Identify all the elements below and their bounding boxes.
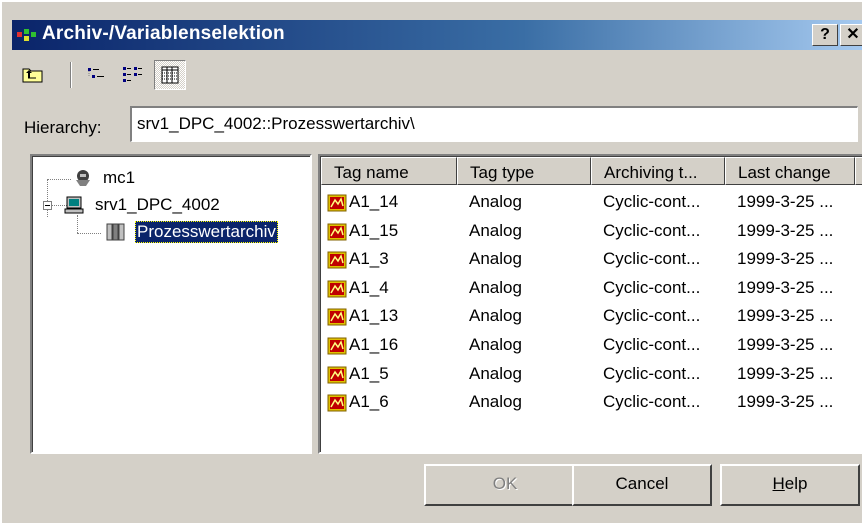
window-title: Archiv-/Variablenselektion — [42, 23, 285, 44]
tree-node-label: srv1_DPC_4002 — [95, 195, 220, 214]
table-row[interactable]: A1_14 Analog Cyclic-cont... 1999-3-25 ... — [321, 189, 862, 217]
large-icons-view-icon — [88, 68, 104, 78]
tag-type-cell: Analog — [469, 335, 522, 354]
archiving-type-cell: Cyclic-cont... — [603, 392, 701, 412]
archive-icon — [106, 223, 125, 241]
tag-type-cell: Analog — [469, 220, 522, 240]
tag-list-view[interactable]: Tag name Tag type Archiving t... Last ch… — [318, 154, 862, 454]
archiving-type-cell: Cyclic-cont... — [603, 335, 701, 354]
help-title-button[interactable]: ? — [812, 24, 838, 46]
cancel-button[interactable]: Cancel — [572, 464, 712, 506]
column-header-filler — [855, 157, 862, 185]
tree-line — [77, 215, 78, 233]
table-row[interactable]: A1_3 Analog Cyclic-cont... 1999-3-25 ... — [321, 246, 862, 274]
last-change-cell: 1999-3-25 ... — [737, 363, 834, 383]
archiving-type-cell: Cyclic-cont... — [603, 306, 701, 326]
table-row[interactable]: A1_4 Analog Cyclic-cont... 1999-3-25 ... — [321, 275, 862, 303]
last-change-cell: 1999-3-25 ... — [737, 277, 834, 297]
analog-tag-icon — [327, 194, 347, 212]
tag-name-cell: A1_16 — [349, 335, 399, 354]
column-header-last-change[interactable]: Last change — [725, 157, 855, 185]
list-view-button[interactable] — [118, 60, 150, 90]
analog-tag-icon — [327, 308, 347, 326]
table-row[interactable]: A1_13 Analog Cyclic-cont... 1999-3-25 ... — [321, 303, 862, 331]
tag-type-cell: Analog — [469, 277, 522, 297]
list-view-icon — [123, 67, 142, 82]
analog-tag-icon — [327, 280, 347, 298]
hierarchy-label: Hierarchy: — [24, 118, 102, 137]
archive-variable-selection-dialog: Archiv-/Variablenselektion ? ✕ Hierarchy… — [0, 0, 862, 523]
last-change-cell: 1999-3-25 ... — [737, 392, 834, 412]
tag-name-cell: A1_4 — [349, 277, 389, 297]
last-change-cell: 1999-3-25 ... — [737, 306, 834, 326]
column-header-tag-type[interactable]: Tag type — [457, 157, 591, 185]
tag-name-cell: A1_5 — [349, 363, 389, 383]
tag-name-cell: A1_3 — [349, 249, 389, 269]
archiving-type-cell: Cyclic-cont... — [603, 249, 701, 269]
tag-name-cell: A1_6 — [349, 392, 389, 412]
tag-type-cell: Analog — [469, 192, 522, 211]
details-view-icon — [161, 66, 179, 84]
archiving-type-cell: Cyclic-cont... — [603, 277, 701, 297]
tag-type-cell: Analog — [469, 249, 522, 269]
analog-tag-icon — [327, 251, 347, 269]
toolbar — [14, 58, 274, 94]
tag-type-cell: Analog — [469, 392, 522, 412]
analog-tag-icon — [327, 394, 347, 412]
column-header-tag-name[interactable]: Tag name — [321, 157, 457, 185]
table-row[interactable]: A1_15 Analog Cyclic-cont... 1999-3-25 ... — [321, 218, 862, 246]
column-header-archiving-type[interactable]: Archiving t... — [591, 157, 725, 185]
archiving-type-cell: Cyclic-cont... — [603, 192, 701, 211]
last-change-cell: 1999-3-25 ... — [737, 220, 834, 240]
collapse-toggle[interactable] — [43, 201, 52, 210]
tag-type-cell: Analog — [469, 306, 522, 326]
toolbar-separator — [70, 62, 72, 88]
title-bar[interactable]: Archiv-/Variablenselektion ? ✕ — [12, 20, 862, 50]
hierarchy-field[interactable]: srv1_DPC_4002::Prozesswertarchiv\ — [130, 106, 858, 142]
app-icon — [17, 29, 36, 41]
help-mnemonic: H — [772, 474, 785, 493]
archiving-type-cell: Cyclic-cont... — [603, 363, 701, 383]
last-change-cell: 1999-3-25 ... — [737, 192, 834, 211]
last-change-cell: 1999-3-25 ... — [737, 249, 834, 269]
tag-name-cell: A1_14 — [349, 192, 399, 211]
computer-node-icon — [76, 170, 90, 186]
tree-node-label: Prozesswertarchiv — [135, 221, 278, 243]
folder-up-icon — [22, 68, 43, 83]
table-row[interactable]: A1_6 Analog Cyclic-cont... 1999-3-25 ... — [321, 389, 862, 417]
large-icons-view-button[interactable] — [82, 60, 114, 90]
help-label-rest: elp — [784, 474, 808, 493]
table-row[interactable]: A1_16 Analog Cyclic-cont... 1999-3-25 ... — [321, 332, 862, 360]
tree-line — [47, 179, 48, 217]
tree-line — [47, 179, 71, 180]
tag-name-cell: A1_13 — [349, 306, 399, 326]
analog-tag-icon — [327, 223, 347, 241]
up-one-level-button[interactable] — [18, 60, 50, 90]
server-computer-icon — [64, 196, 84, 214]
analog-tag-icon — [327, 366, 347, 384]
archiving-type-cell: Cyclic-cont... — [603, 220, 701, 240]
tree-line — [77, 233, 101, 234]
tree-node-label: mc1 — [103, 168, 136, 187]
details-view-button[interactable] — [154, 60, 186, 90]
last-change-cell: 1999-3-25 ... — [737, 335, 834, 354]
ok-button[interactable]: OK — [424, 464, 586, 506]
tree-view[interactable]: mc1 srv1_DPC_4002 Prozesswertarchiv — [30, 154, 312, 454]
close-button[interactable]: ✕ — [840, 24, 862, 46]
analog-tag-icon — [327, 337, 347, 355]
table-row[interactable]: A1_5 Analog Cyclic-cont... 1999-3-25 ... — [321, 361, 862, 389]
tag-name-cell: A1_15 — [349, 220, 399, 240]
tag-type-cell: Analog — [469, 363, 522, 383]
help-button[interactable]: Help — [720, 464, 860, 506]
